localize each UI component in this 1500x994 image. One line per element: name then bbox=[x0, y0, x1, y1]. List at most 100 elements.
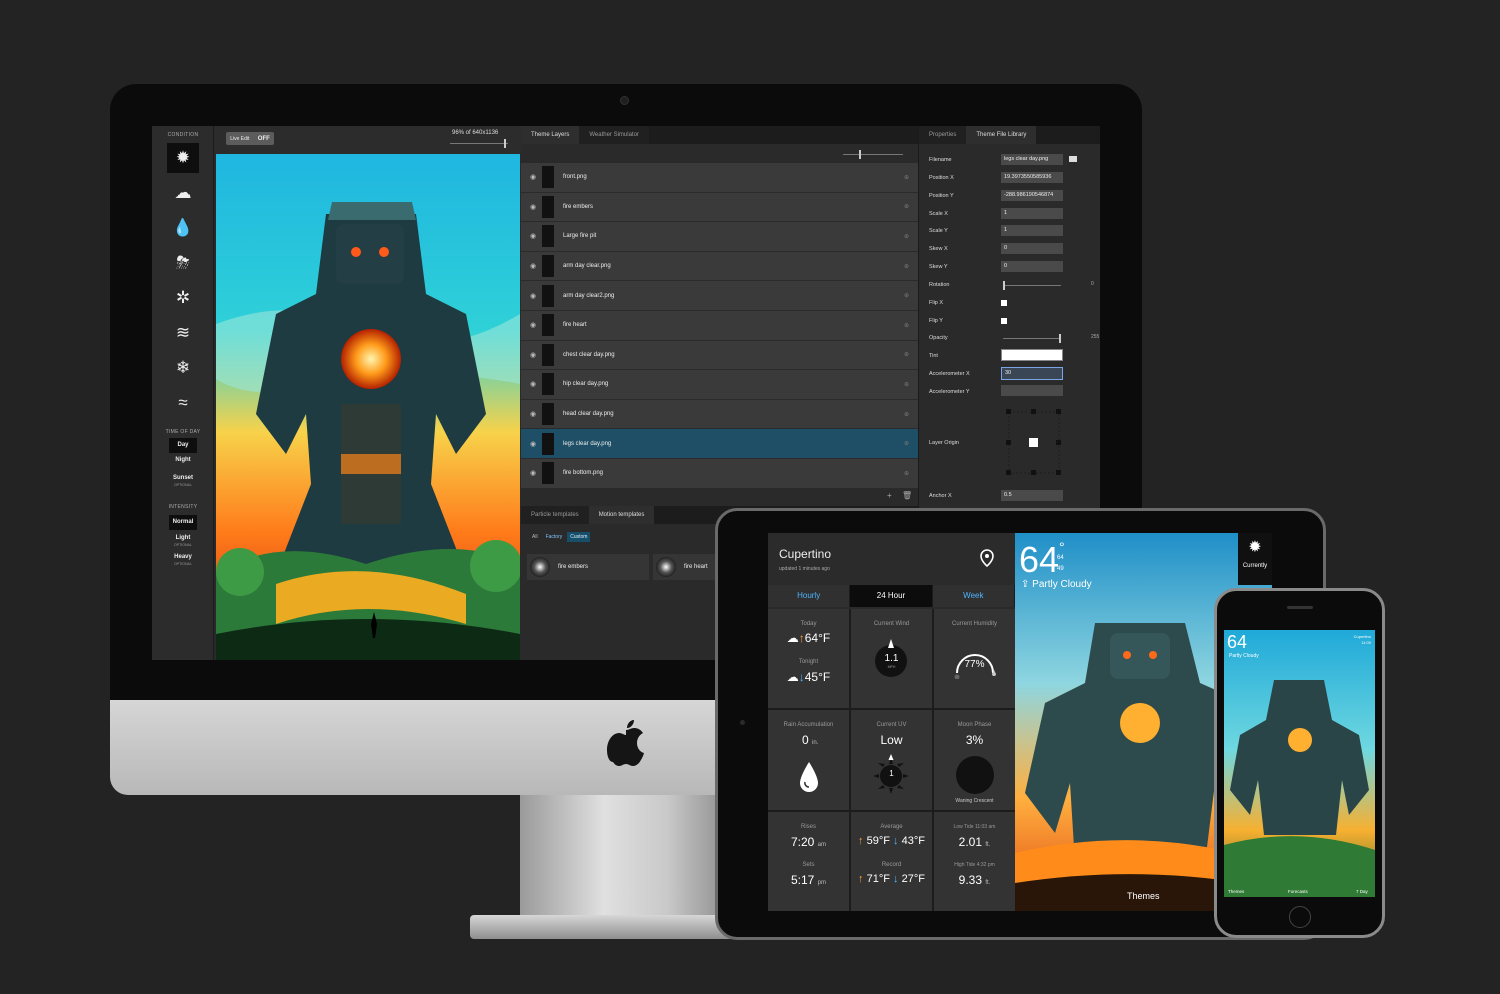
rotation-slider[interactable] bbox=[1003, 285, 1061, 286]
eye-icon[interactable]: ◉ bbox=[524, 469, 542, 477]
skew-x-field[interactable]: 0 bbox=[1001, 243, 1063, 254]
cloud-icon[interactable]: ☁ bbox=[167, 178, 199, 208]
position-x-field[interactable]: 19.3973550585936 bbox=[1001, 172, 1063, 183]
eye-icon[interactable]: ◉ bbox=[524, 262, 542, 270]
accelerometer-y-field[interactable] bbox=[1001, 385, 1063, 396]
sun-cloud-icon[interactable]: ✲ bbox=[167, 283, 199, 313]
position-y-field[interactable]: -288.986190546874 bbox=[1001, 190, 1063, 201]
share-icon[interactable]: ⇪ bbox=[1021, 579, 1029, 590]
iphone-tab-7-day[interactable]: 7 Day bbox=[1356, 889, 1368, 894]
add-layer-icon[interactable]: + bbox=[887, 491, 892, 500]
time-options-night[interactable]: Night bbox=[169, 456, 197, 465]
rotation-knob[interactable] bbox=[1003, 281, 1005, 290]
drag-handle-icon[interactable]: ⊕ bbox=[904, 381, 918, 388]
folder-icon[interactable] bbox=[1069, 156, 1077, 162]
layer-row[interactable]: ◉ Large fire pit ⊕ bbox=[521, 222, 918, 252]
scale-y-field[interactable]: 1 bbox=[1001, 225, 1063, 236]
filter-all[interactable]: All bbox=[529, 532, 541, 542]
layer-zoom-knob[interactable] bbox=[859, 150, 861, 159]
raindrop-icon[interactable]: 💧 bbox=[167, 213, 199, 243]
particle-item[interactable]: fire embers bbox=[527, 554, 649, 580]
tab-24-hour[interactable]: 24 Hour bbox=[850, 585, 932, 607]
tab-properties[interactable]: Properties bbox=[919, 126, 967, 144]
layer-row[interactable]: ◉ chest clear day.png ⊕ bbox=[521, 340, 918, 371]
layer-row[interactable]: ◉ hip clear day.png ⊕ bbox=[521, 370, 918, 400]
eye-icon[interactable]: ◉ bbox=[524, 321, 542, 329]
tab-motion-templates[interactable]: Motion templates bbox=[588, 506, 655, 524]
drag-handle-icon[interactable]: ⊕ bbox=[904, 233, 918, 240]
eye-icon[interactable]: ◉ bbox=[524, 440, 542, 448]
intensity-options-light[interactable]: Light OPTIONAL bbox=[169, 534, 197, 547]
layer-row[interactable]: ◉ arm day clear.png ⊕ bbox=[521, 251, 918, 282]
forecast-tabs: Hourly 24 Hour Week bbox=[768, 585, 1015, 607]
themes-button[interactable]: Themes bbox=[1127, 891, 1160, 901]
wind-icon[interactable]: ≈ bbox=[167, 388, 199, 418]
live-edit-toggle[interactable]: Live Edit OFF bbox=[226, 132, 274, 145]
currently-button[interactable]: ✹ Currently bbox=[1238, 533, 1272, 585]
opacity-label: Opacity bbox=[929, 335, 948, 341]
drag-handle-icon[interactable]: ⊕ bbox=[904, 203, 918, 210]
drag-handle-icon[interactable]: ⊕ bbox=[904, 470, 918, 477]
eye-icon[interactable]: ◉ bbox=[524, 292, 542, 300]
layer-row[interactable]: ◉ fire embers ⊕ bbox=[521, 192, 918, 223]
iphone-home-button[interactable] bbox=[1289, 906, 1311, 928]
eye-icon[interactable]: ◉ bbox=[524, 410, 542, 418]
layer-row[interactable]: ◉ fire heart ⊕ bbox=[521, 310, 918, 341]
skew-y-field[interactable]: 0 bbox=[1001, 261, 1063, 272]
zoom-slider[interactable] bbox=[450, 143, 508, 144]
tab-hourly[interactable]: Hourly bbox=[768, 585, 850, 607]
layer-row[interactable]: ◉ arm day clear2.png ⊕ bbox=[521, 281, 918, 311]
time-options-day[interactable]: Day bbox=[169, 438, 197, 453]
tab-particle-templates[interactable]: Particle templates bbox=[521, 506, 589, 524]
scale-x-field[interactable]: 1 bbox=[1001, 208, 1063, 219]
flip-y-checkbox[interactable] bbox=[1001, 318, 1007, 324]
iphone-tab-forecasts[interactable]: Forecasts bbox=[1288, 889, 1308, 894]
tab-theme-layers[interactable]: Theme Layers bbox=[521, 126, 580, 144]
thunder-cloud-icon[interactable]: ⛈ bbox=[167, 248, 199, 278]
drag-handle-icon[interactable]: ⊕ bbox=[904, 174, 918, 181]
drag-handle-icon[interactable]: ⊕ bbox=[904, 292, 918, 299]
opacity-knob[interactable] bbox=[1059, 334, 1061, 343]
filter-custom[interactable]: Custom bbox=[567, 532, 591, 542]
drag-handle-icon[interactable]: ⊕ bbox=[904, 263, 918, 270]
opacity-slider[interactable] bbox=[1003, 338, 1061, 339]
intensity-options-normal[interactable]: Normal bbox=[169, 515, 197, 530]
layer-row[interactable]: ◉ head clear day.png ⊕ bbox=[521, 399, 918, 430]
tab-week[interactable]: Week bbox=[932, 585, 1014, 607]
eye-icon[interactable]: ◉ bbox=[524, 232, 542, 240]
tab-theme-file-library[interactable]: Theme File Library bbox=[966, 126, 1037, 144]
rain-accumulation-card: Rain Accumulation 0 in. bbox=[768, 710, 849, 810]
eye-icon[interactable]: ◉ bbox=[524, 351, 542, 359]
eye-icon[interactable]: ◉ bbox=[524, 380, 542, 388]
layer-row[interactable]: ◉ legs clear day.png ⊕ bbox=[521, 429, 918, 459]
accelerometer-x-field[interactable]: 30 bbox=[1001, 367, 1063, 380]
layer-row[interactable]: ◉ fire bottom.png ⊕ bbox=[521, 458, 918, 489]
trash-icon[interactable]: 🗑 bbox=[902, 491, 912, 500]
eye-icon[interactable]: ◉ bbox=[524, 173, 542, 181]
eye-icon[interactable]: ◉ bbox=[524, 203, 542, 211]
flip-x-checkbox[interactable] bbox=[1001, 300, 1007, 306]
layer-zoom-slider[interactable] bbox=[843, 154, 903, 155]
record-high: 71°F bbox=[866, 872, 890, 885]
drag-handle-icon[interactable]: ⊕ bbox=[904, 322, 918, 329]
sun-icon[interactable]: ✹ bbox=[167, 143, 199, 173]
layer-row[interactable]: ◉ front.png ⊕ bbox=[521, 163, 918, 193]
intensity-options-heavy[interactable]: Heavy OPTIONAL bbox=[169, 553, 197, 566]
layer-thumbnail bbox=[542, 343, 554, 366]
filename-field[interactable]: legs clear day.png bbox=[1001, 154, 1063, 165]
location-pin-icon[interactable] bbox=[980, 549, 994, 567]
time-options-sunset[interactable]: Sunset OPTIONAL bbox=[169, 474, 197, 487]
drag-handle-icon[interactable]: ⊕ bbox=[904, 411, 918, 418]
tab-weather-simulator[interactable]: Weather Simulator bbox=[579, 126, 649, 144]
theme-preview-canvas[interactable] bbox=[216, 154, 520, 660]
filter-factory[interactable]: Factory bbox=[543, 532, 566, 542]
zoom-slider-knob[interactable] bbox=[504, 139, 506, 148]
drag-handle-icon[interactable]: ⊕ bbox=[904, 440, 918, 447]
layer-origin-grid[interactable] bbox=[1001, 404, 1067, 478]
tint-swatch[interactable] bbox=[1001, 349, 1063, 361]
anchor-x-field[interactable]: 0.5 bbox=[1001, 490, 1063, 501]
drag-handle-icon[interactable]: ⊕ bbox=[904, 351, 918, 358]
snowflake-icon[interactable]: ❄ bbox=[167, 353, 199, 383]
fog-icon[interactable]: ≋ bbox=[167, 318, 199, 348]
iphone-tab-themes[interactable]: Themes bbox=[1228, 889, 1244, 894]
